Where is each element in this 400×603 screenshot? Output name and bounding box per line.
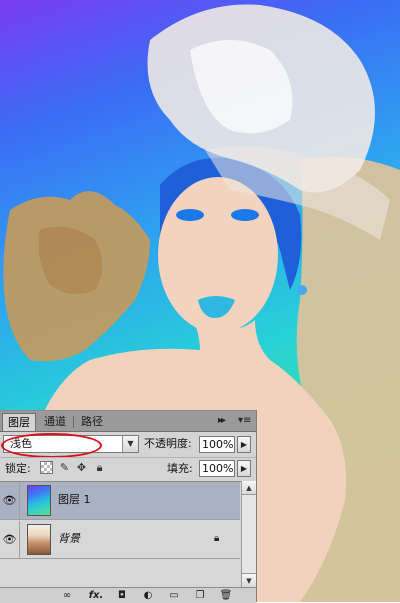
layer-list-scrollbar[interactable]: ▲ ▼ — [241, 481, 256, 587]
lock-image-pixels-icon[interactable]: ✎ — [58, 461, 71, 474]
chevron-down-icon[interactable]: ▼ — [122, 436, 138, 452]
lock-icon: 🔒︎ — [214, 533, 220, 544]
eye-icon[interactable]: 👁︎ — [0, 482, 20, 520]
fill-label: 填充: — [167, 462, 193, 475]
new-layer-icon[interactable]: ❐ — [193, 589, 207, 602]
panel-menu-icon[interactable]: ▾≡ — [238, 415, 251, 426]
lock-transparency-icon[interactable] — [40, 461, 53, 474]
layers-panel: 图层 通道 路径 ▸▸ ▾≡ 浅色 ▼ 不透明度: 100% ▶ 锁定: ✎ ✥… — [0, 410, 257, 603]
fill-slider-button[interactable]: ▶ — [237, 460, 251, 477]
trash-icon[interactable]: 🗑︎ — [219, 589, 233, 602]
collapse-panel-icon[interactable]: ▸▸ — [218, 415, 226, 426]
adjustment-layer-icon[interactable]: ◐ — [141, 589, 155, 602]
highlight-annotation — [1, 433, 102, 458]
opacity-label: 不透明度: — [144, 437, 192, 450]
panel-tab-bar: 图层 通道 路径 ▸▸ ▾≡ — [0, 411, 256, 432]
tab-separator — [73, 416, 74, 428]
layer-thumbnail — [27, 485, 51, 516]
eye-icon[interactable]: 👁︎ — [0, 521, 20, 559]
tab-layers[interactable]: 图层 — [2, 413, 36, 431]
lock-position-icon[interactable]: ✥ — [75, 461, 88, 474]
tab-paths[interactable]: 路径 — [76, 413, 108, 431]
layer-list: 👁︎ 图层 1 👁︎ 背景 🔒︎ — [0, 481, 256, 588]
scroll-up-icon[interactable]: ▲ — [242, 481, 256, 495]
layer-mask-icon[interactable]: ◘ — [115, 589, 129, 602]
lock-label: 锁定: — [5, 462, 31, 475]
eye-left — [176, 209, 204, 221]
lock-fill-row: 锁定: ✎ ✥ 🔒︎ 填充: 100% ▶ — [0, 457, 256, 480]
tab-channels[interactable]: 通道 — [39, 413, 71, 431]
layers-footer-toolbar: ∞ fx. ◘ ◐ ▭ ❐ 🗑︎ — [0, 587, 256, 603]
group-folder-icon[interactable]: ▭ — [167, 589, 181, 602]
earring — [297, 285, 307, 295]
fx-icon[interactable]: fx. — [86, 589, 106, 602]
blend-opacity-row: 浅色 ▼ 不透明度: 100% ▶ — [0, 432, 256, 458]
eye-right — [231, 209, 259, 221]
opacity-slider-button[interactable]: ▶ — [237, 436, 251, 453]
layer-thumbnail — [27, 524, 51, 555]
fill-input[interactable]: 100% — [199, 460, 235, 477]
link-icon[interactable]: ∞ — [60, 589, 74, 602]
layer-name: 图层 1 — [58, 493, 91, 506]
layer-name: 背景 — [58, 532, 80, 545]
scroll-down-icon[interactable]: ▼ — [242, 573, 256, 587]
opacity-input[interactable]: 100% — [199, 436, 235, 453]
layer-row-1[interactable]: 👁︎ 图层 1 — [0, 482, 240, 520]
layer-row-background[interactable]: 👁︎ 背景 🔒︎ — [0, 521, 240, 559]
lock-all-icon[interactable]: 🔒︎ — [93, 461, 106, 474]
